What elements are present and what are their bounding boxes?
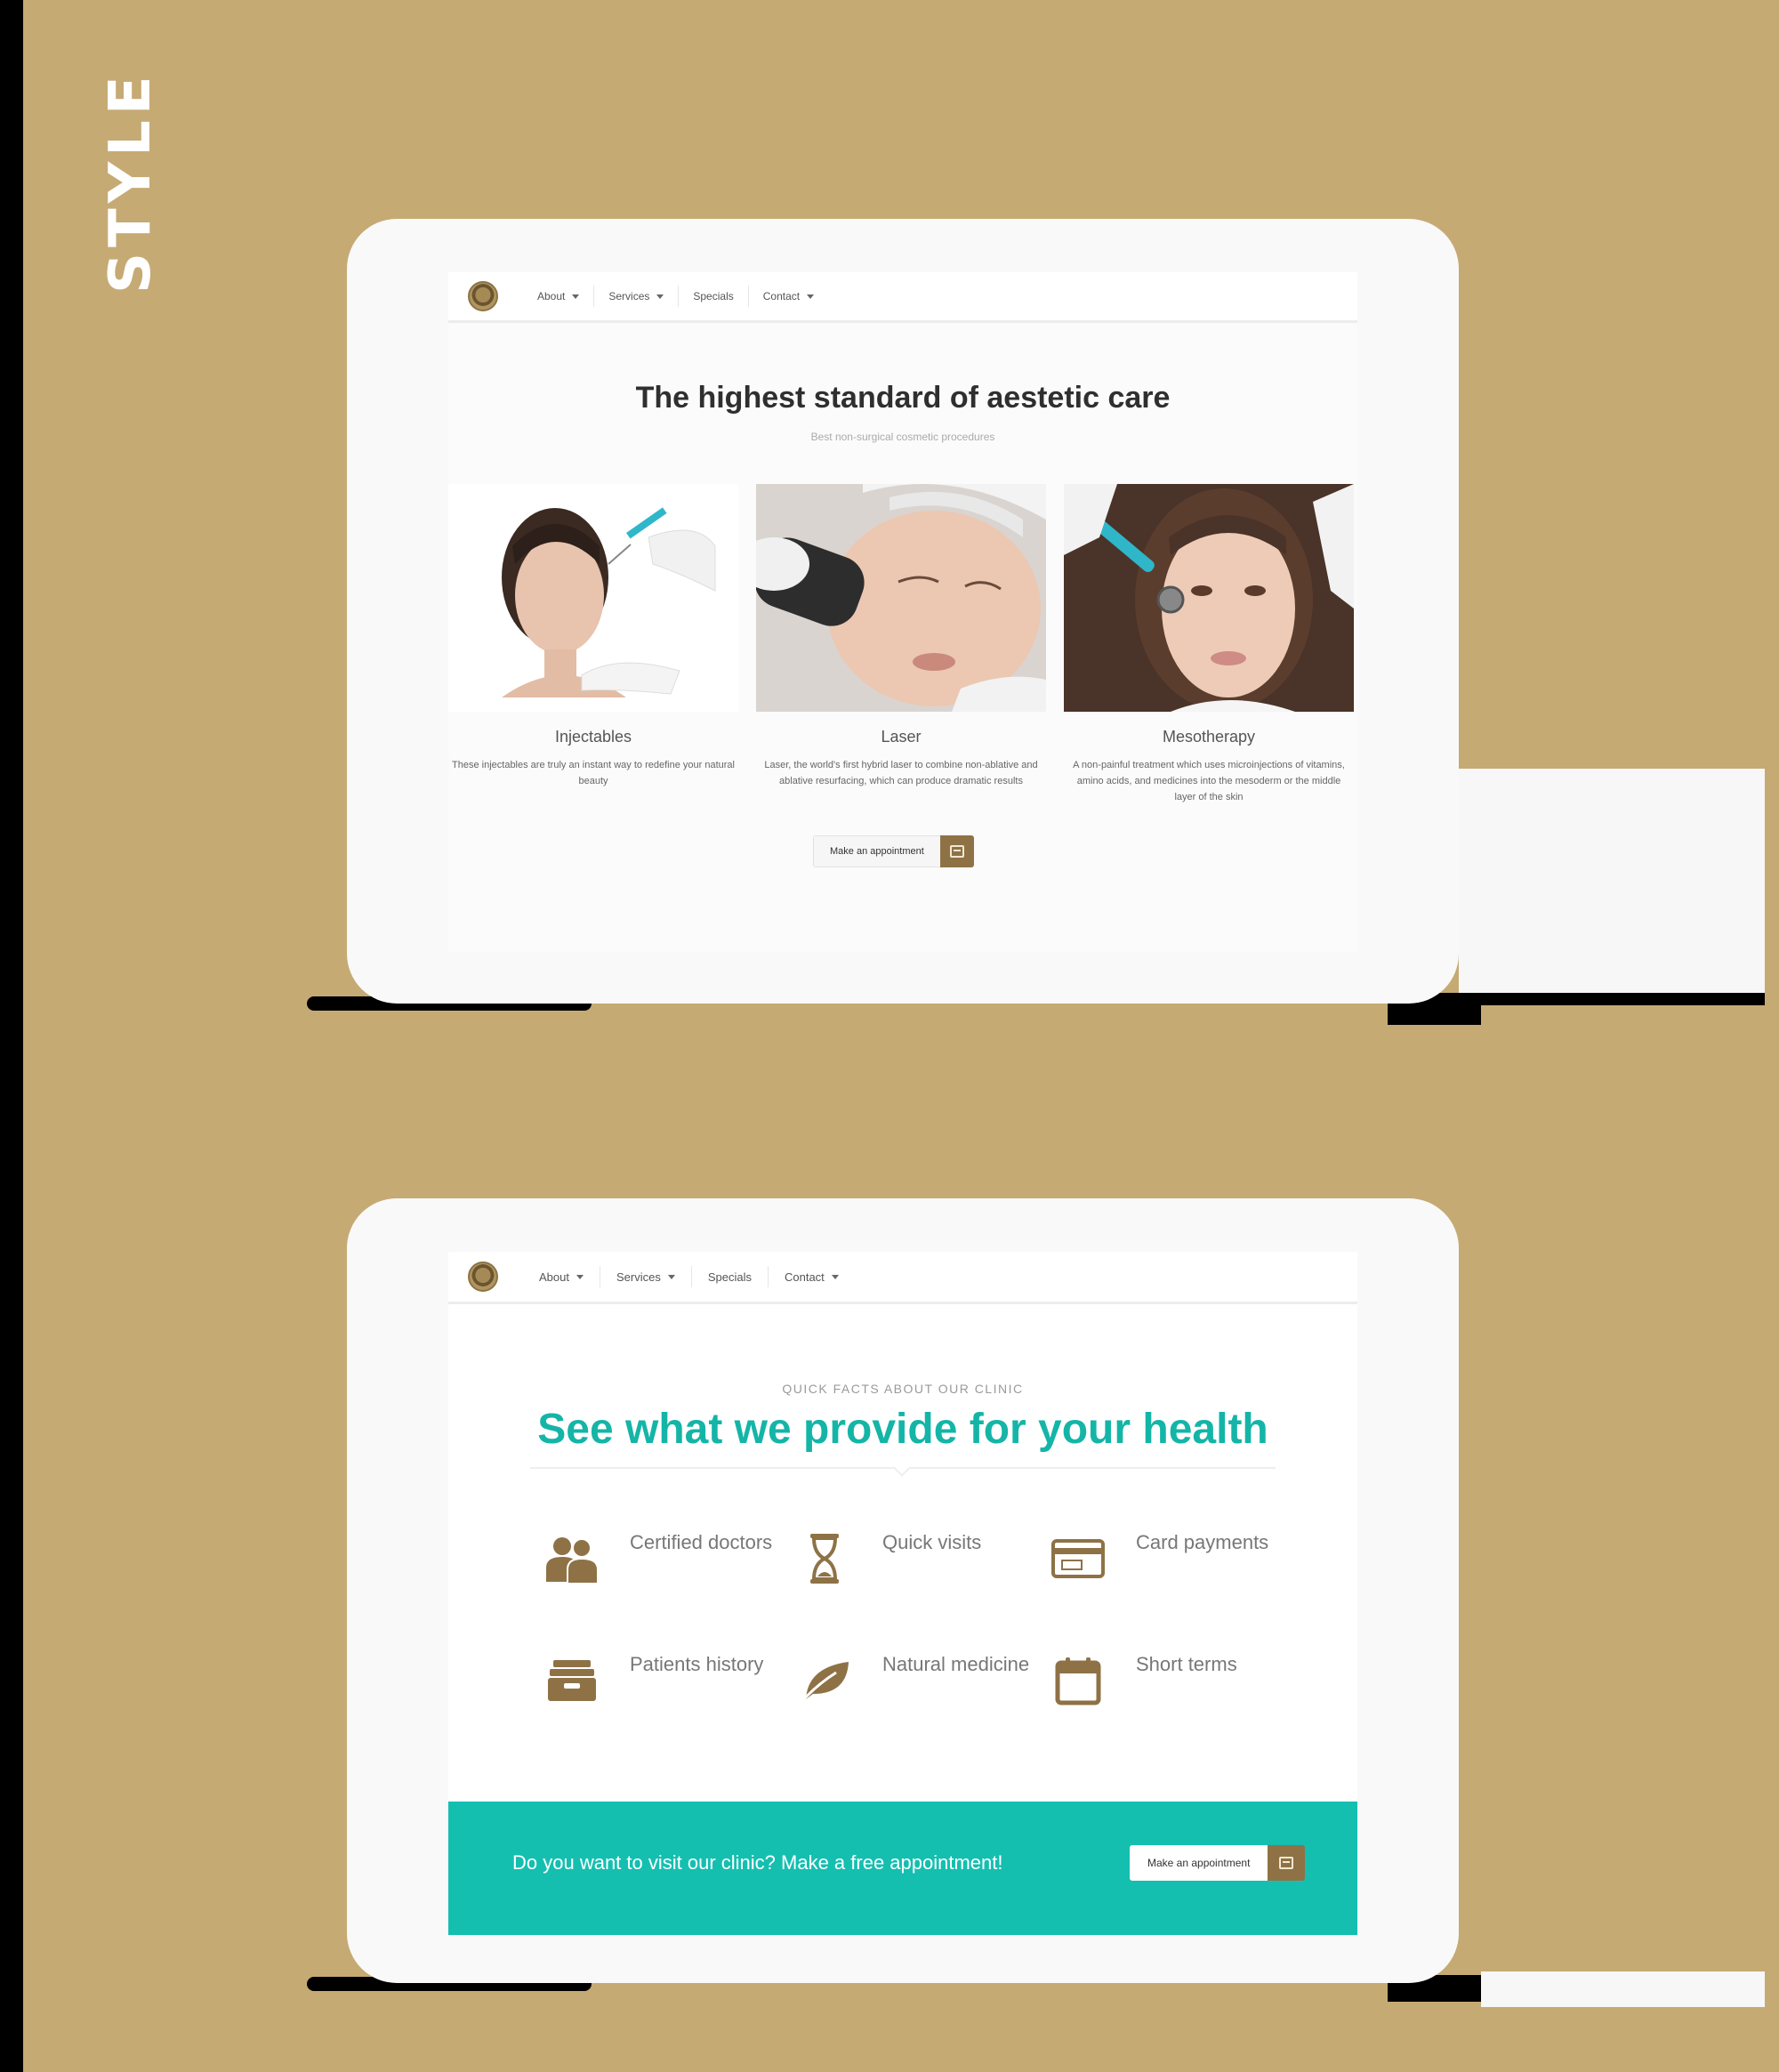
service-card-laser[interactable]: Laser Laser, the world's first hybrid la…	[756, 484, 1046, 789]
decor-strip	[1481, 1005, 1765, 1025]
clinic-logo[interactable]	[468, 281, 498, 311]
feature-quick-visits: Quick visits	[793, 1528, 1042, 1599]
nav-item-about[interactable]: About	[523, 286, 595, 307]
service-cards: Injectables These injectables are truly …	[448, 484, 1357, 840]
chevron-down-icon	[667, 1274, 675, 1279]
clinic-logo[interactable]	[468, 1262, 498, 1292]
tablet-screen: About Services Specials Contact QUICK FA…	[448, 1252, 1357, 1935]
decor-strip	[1481, 1971, 1765, 2007]
feature-natural-medicine: Natural medicine	[793, 1649, 1042, 1721]
card-description: These injectables are truly an instant w…	[452, 760, 735, 786]
card-title: Injectables	[554, 728, 632, 746]
mesotherapy-photo	[1064, 484, 1354, 712]
chevron-down-icon	[576, 1274, 584, 1279]
left-edge-strip	[0, 0, 23, 2072]
card-description: A non-painful treatment which uses micro…	[1073, 760, 1345, 802]
chevron-down-icon	[807, 294, 815, 299]
nav-item-contact[interactable]: Contact	[749, 286, 828, 307]
make-appointment-button[interactable]: Make an appointment	[1130, 1845, 1306, 1881]
nav-label: Contact	[762, 290, 801, 302]
calendar-icon	[1268, 1845, 1306, 1881]
appointment-label: Make an appointment	[813, 835, 940, 867]
feature-short-terms: Short terms	[1047, 1649, 1296, 1721]
card-description: Laser, the world's first hybrid laser to…	[764, 760, 1038, 786]
doctors-icon	[541, 1528, 603, 1590]
feature-label: Certified doctors	[630, 1531, 773, 1553]
chevron-down-icon	[656, 294, 664, 299]
feature-certified-doctors: Certified doctors	[541, 1528, 790, 1599]
tablet-screen: About Services Specials Contact The high…	[448, 272, 1357, 952]
leaf-icon	[793, 1649, 856, 1712]
feature-label: Quick visits	[882, 1531, 982, 1553]
nav-label: About	[537, 290, 566, 302]
top-navigation: About Services Specials Contact	[448, 1252, 1357, 1304]
nav-label: Services	[616, 1270, 661, 1284]
feature-label: Patients history	[630, 1653, 764, 1675]
nav-item-specials[interactable]: Specials	[679, 286, 749, 307]
nav-item-services[interactable]: Services	[600, 1266, 692, 1287]
nav-label: Services	[608, 290, 650, 302]
nav-item-contact[interactable]: Contact	[769, 1266, 855, 1287]
calendar-icon	[1047, 1649, 1109, 1712]
style-side-label: STYLE	[98, 70, 164, 294]
section-eyebrow: QUICK FACTS ABOUT OUR CLINIC	[782, 1382, 1024, 1396]
card-title: Mesotherapy	[1162, 728, 1256, 746]
nav-label: About	[539, 1270, 569, 1284]
card-title: Laser	[881, 728, 922, 746]
nav-item-services[interactable]: Services	[594, 286, 680, 307]
service-card-injectables[interactable]: Injectables These injectables are truly …	[448, 484, 738, 789]
injectables-photo	[448, 484, 738, 712]
divider-notch	[893, 1459, 911, 1477]
tablet-frame-top: About Services Specials Contact The high…	[347, 219, 1459, 1004]
nav-item-about[interactable]: About	[523, 1266, 600, 1287]
top-navigation: About Services Specials Contact	[448, 272, 1357, 323]
make-appointment-button[interactable]: Make an appointment	[813, 835, 974, 867]
feature-label: Short terms	[1136, 1653, 1237, 1675]
service-card-mesotherapy[interactable]: Mesotherapy A non-painful treatment whic…	[1064, 484, 1354, 805]
chevron-down-icon	[831, 1274, 839, 1279]
laser-photo	[756, 484, 1046, 712]
appointment-label: Make an appointment	[1130, 1845, 1268, 1881]
feature-label: Natural medicine	[882, 1653, 1030, 1675]
decor-strip	[1459, 746, 1765, 769]
feature-patients-history: Patients history	[541, 1649, 790, 1721]
feature-label: Card payments	[1136, 1531, 1269, 1553]
section-headline: See what we provide for your health	[537, 1406, 1268, 1453]
section-title: The highest standard of aestetic care	[635, 381, 1171, 415]
nav-item-specials[interactable]: Specials	[692, 1266, 769, 1287]
chevron-down-icon	[572, 294, 580, 299]
banner-text: Do you want to visit our clinic? Make a …	[512, 1851, 1003, 1874]
credit-card-icon	[1047, 1528, 1109, 1590]
calendar-icon	[939, 835, 974, 867]
nav-label: Specials	[707, 1270, 752, 1284]
appointment-banner: Do you want to visit our clinic? Make a …	[448, 1802, 1357, 1935]
feature-card-payments: Card payments	[1047, 1528, 1296, 1599]
nav-label: Specials	[693, 290, 734, 302]
archive-box-icon	[541, 1649, 603, 1712]
section-subtitle: Best non-surgical cosmetic procedures	[810, 431, 995, 443]
hourglass-icon	[793, 1528, 856, 1590]
nav-label: Contact	[784, 1270, 825, 1284]
tablet-frame-bottom: About Services Specials Contact QUICK FA…	[347, 1198, 1459, 1983]
decor-strip	[1459, 746, 1765, 993]
